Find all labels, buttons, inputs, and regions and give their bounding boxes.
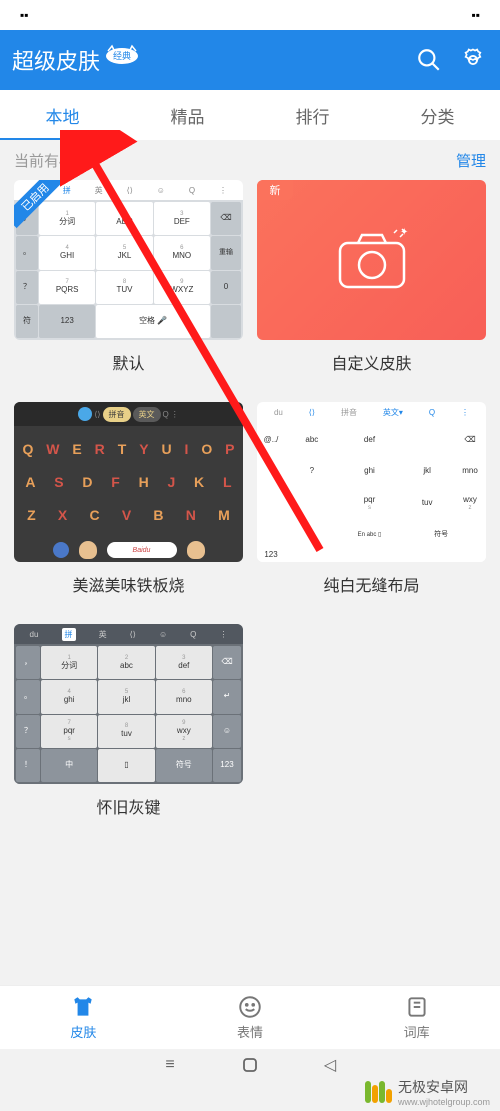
svg-text:经典: 经典 <box>113 50 131 61</box>
camera-icon: ✦ <box>332 225 412 295</box>
keyboard-preview: du拼英⟨⟩☺Q⋮ ，1分词2abc3def⌫ 。4ghi5jkl6mno↵ ？… <box>14 624 243 784</box>
skin-name: 默认 <box>14 340 243 388</box>
nav-skins[interactable]: 皮肤 <box>0 986 167 1049</box>
nav-emoji[interactable]: 表情 <box>167 986 334 1049</box>
nav-dict[interactable]: 词库 <box>333 986 500 1049</box>
skin-grid: 已启用 du拼英⟨⟩☺Q⋮ ，1分词2ABC3DEF⌫ 。4GHI5JKL6MN… <box>0 180 500 832</box>
skin-name: 美滋美味铁板烧 <box>14 562 243 610</box>
skin-card-food[interactable]: ⟨⟩ 拼音 英文 Q ⋮ QWERTYUIOP ASDFHJKL ZXCVBNM… <box>14 402 243 610</box>
header-badge: 经典 <box>104 43 140 65</box>
tab-ranking[interactable]: 排行 <box>250 90 375 140</box>
skin-card-white[interactable]: du⟨⟩拼音英文▾Q⋮ @../abcdef⌫ ?ghijklmno pqrst… <box>257 402 486 610</box>
header: 超级皮肤 经典 <box>0 30 500 90</box>
search-icon[interactable] <box>414 45 444 75</box>
back-button[interactable]: ◁ <box>320 1055 340 1075</box>
keyboard-preview: ⟨⟩ 拼音 英文 Q ⋮ QWERTYUIOP ASDFHJKL ZXCVBNM… <box>14 402 243 562</box>
badge-enabled: 已启用 <box>14 180 64 230</box>
tab-local[interactable]: 本地 <box>0 90 125 140</box>
status-bar: ▪▪▪▪ <box>0 0 500 30</box>
skin-card-gray[interactable]: du拼英⟨⟩☺Q⋮ ，1分词2abc3def⌫ 。4ghi5jkl6mno↵ ？… <box>14 624 243 832</box>
bottom-nav: 皮肤 表情 词库 <box>0 985 500 1049</box>
settings-icon[interactable] <box>458 45 488 75</box>
tab-category[interactable]: 分类 <box>375 90 500 140</box>
skin-count: 当前有4套皮 <box>14 150 97 171</box>
recent-apps-button[interactable]: ≡ <box>160 1055 180 1075</box>
skin-name: 怀旧灰键 <box>14 784 243 832</box>
svg-text:✦: ✦ <box>400 227 408 238</box>
watermark-logo <box>365 1081 392 1103</box>
badge-new: 新 <box>257 180 293 202</box>
skin-name: 自定义皮肤 <box>257 340 486 388</box>
keyboard-preview: du⟨⟩拼音英文▾Q⋮ @../abcdef⌫ ?ghijklmno pqrst… <box>257 402 486 562</box>
page-title: 超级皮肤 <box>12 44 100 76</box>
subheader: 当前有4套皮 管理 <box>0 140 500 180</box>
manage-link[interactable]: 管理 <box>456 150 486 171</box>
watermark: 无极安卓网 www.wjhotelgroup.com <box>365 1077 490 1107</box>
tabs: 本地 精品 排行 分类 <box>0 90 500 140</box>
shirt-icon <box>70 994 96 1020</box>
smile-icon <box>237 994 263 1020</box>
skin-card-custom[interactable]: 新 ✦ 自定义皮肤 <box>257 180 486 388</box>
book-icon <box>404 994 430 1020</box>
tab-featured[interactable]: 精品 <box>125 90 250 140</box>
skin-name: 纯白无缝布局 <box>257 562 486 610</box>
skin-card-default[interactable]: 已启用 du拼英⟨⟩☺Q⋮ ，1分词2ABC3DEF⌫ 。4GHI5JKL6MN… <box>14 180 243 388</box>
home-button[interactable] <box>240 1055 260 1075</box>
